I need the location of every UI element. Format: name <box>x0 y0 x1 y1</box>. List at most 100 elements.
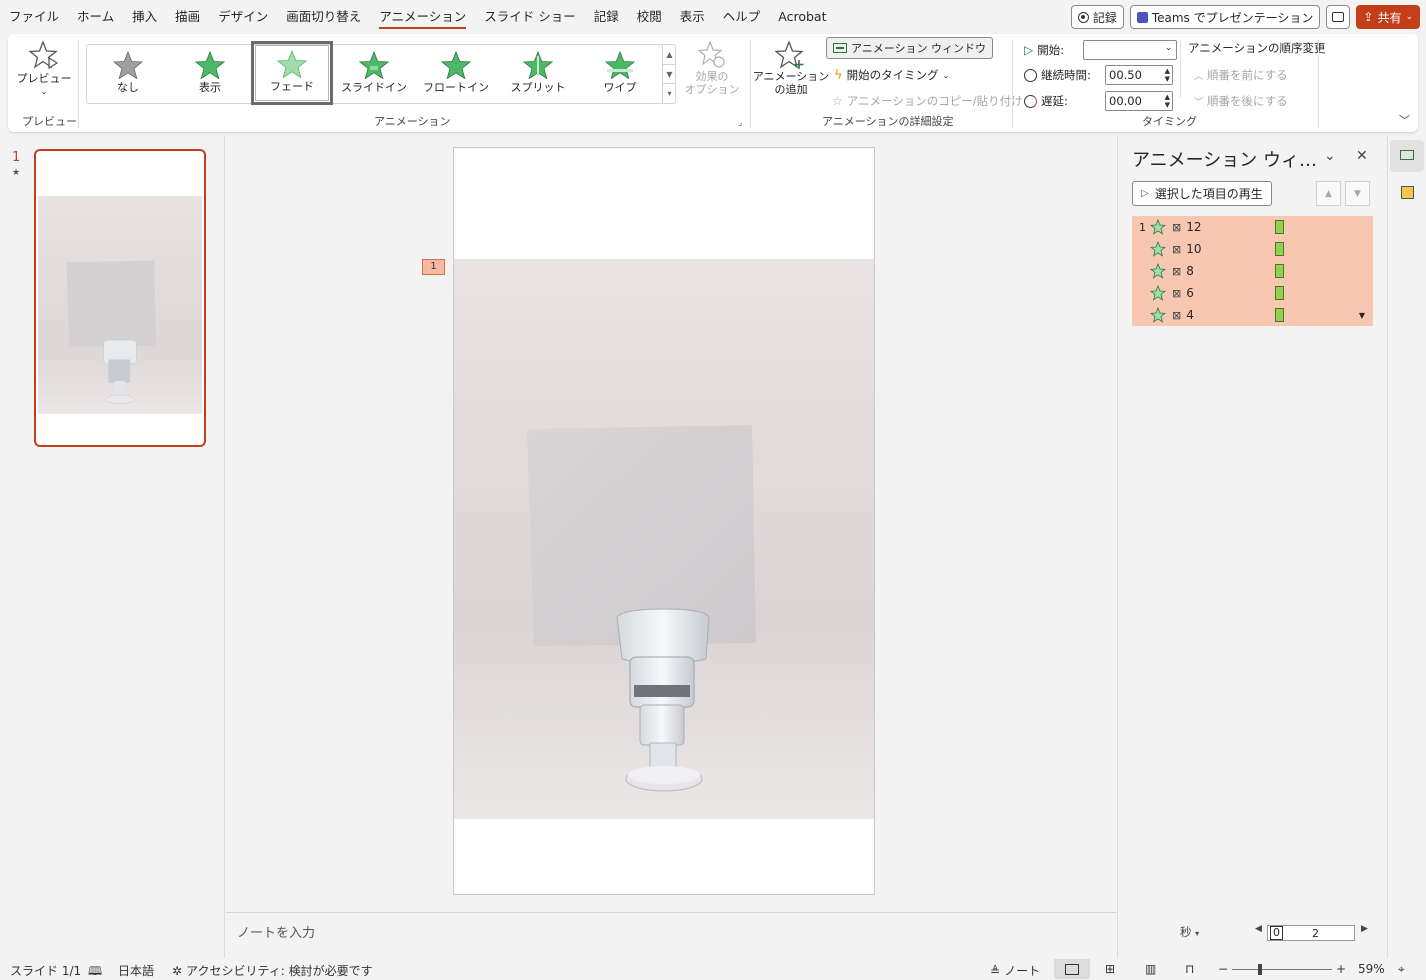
tab-slideshow[interactable]: スライド ショー <box>475 0 584 34</box>
fade-effect-icon <box>1150 263 1166 279</box>
gallery-more[interactable]: ▾ <box>663 83 676 103</box>
advanced-group-label: アニメーションの詳細設定 <box>822 115 954 128</box>
slide-photo[interactable] <box>454 259 874 819</box>
slide-thumbnail[interactable] <box>34 149 206 447</box>
chevron-down-icon: ⌄ <box>40 87 48 96</box>
status-bar: スライド 1/1 🕮 日本語 ✲ アクセシビリティ: 検討が必要です ≜ ノート… <box>0 958 1426 980</box>
tab-animations[interactable]: アニメーション <box>370 0 475 34</box>
add-animation-button[interactable]: アニメーション の追加 <box>753 40 829 96</box>
tab-help[interactable]: ヘルプ <box>714 0 770 34</box>
picture-icon: ⊠ <box>1172 242 1182 256</box>
animation-item[interactable]: 1 ⊠ 12 <box>1132 216 1373 238</box>
duration-input[interactable]: 00.50 ▲ ▼ <box>1105 65 1173 85</box>
animation-item[interactable]: ⊠ 8 <box>1132 260 1373 282</box>
zoom-level[interactable]: 59% <box>1358 962 1385 976</box>
animation-item[interactable]: ⊠ 10 <box>1132 238 1373 260</box>
animation-indicator-icon: ★ <box>12 168 21 178</box>
slide-number: 1 <box>12 150 21 165</box>
tab-insert[interactable]: 挿入 <box>123 0 166 34</box>
tab-record[interactable]: 記録 <box>585 0 628 34</box>
gallery-item-split[interactable]: スプリット <box>497 45 579 103</box>
chevron-up-icon: ︿ <box>1194 71 1204 82</box>
animation-order-tag[interactable]: 1 <box>422 259 445 275</box>
notes-pane[interactable]: ノートを入力 <box>226 912 1116 958</box>
seconds-dropdown[interactable]: 秒 ▾ <box>1180 924 1199 940</box>
tab-draw[interactable]: 描画 <box>166 0 209 34</box>
animation-item[interactable]: ⊠ 6 <box>1132 282 1373 304</box>
share-button[interactable]: ⇪ 共有 ⌄ <box>1356 5 1420 29</box>
tab-design[interactable]: デザイン <box>209 0 277 34</box>
normal-view-button[interactable] <box>1054 959 1090 979</box>
animation-pane-toggle[interactable] <box>1390 140 1424 172</box>
selection-pane-icon[interactable] <box>1401 186 1414 199</box>
timeline-bar[interactable] <box>1275 264 1284 278</box>
chevron-down-icon: ⌄ <box>942 70 950 80</box>
dialog-launcher-icon[interactable]: ⌟ <box>738 118 742 128</box>
tab-home[interactable]: ホーム <box>68 0 123 34</box>
timeline-bar[interactable] <box>1275 308 1284 322</box>
tab-transitions[interactable]: 画面切り替え <box>277 0 370 34</box>
slide-canvas[interactable] <box>453 147 875 895</box>
language-status[interactable]: 日本語 <box>118 962 154 979</box>
timeline-scroll-left[interactable]: ◀ <box>1255 924 1262 934</box>
tab-view[interactable]: 表示 <box>671 0 714 34</box>
tab-acrobat[interactable]: Acrobat <box>769 0 835 34</box>
fade-effect-icon <box>1150 285 1166 301</box>
timeline-scroll-right[interactable]: ▶ <box>1361 924 1368 934</box>
zoom-slider[interactable] <box>1232 969 1332 970</box>
slide-sorter-button[interactable]: ⊞ <box>1105 962 1115 976</box>
play-icon: ▷ <box>1024 43 1034 57</box>
item-dropdown-icon[interactable]: ▼ <box>1359 311 1365 320</box>
top-right-actions: 記録 Teams でプレゼンテーション ⇪ 共有 ⌄ <box>1070 5 1420 29</box>
teams-present-button[interactable]: Teams でプレゼンテーション <box>1129 5 1321 29</box>
gallery-item-none[interactable]: なし <box>87 45 169 103</box>
collapse-ribbon-icon[interactable]: ﹀ <box>1399 112 1410 128</box>
timeline-bar[interactable] <box>1275 242 1284 256</box>
clock-icon <box>1024 68 1037 82</box>
animation-item[interactable]: ⊠ 4 ▼ <box>1132 304 1373 326</box>
zoom-out-button[interactable]: − <box>1218 962 1228 976</box>
close-icon[interactable]: ✕ <box>1356 148 1368 164</box>
timeline-mid: 2 <box>1312 927 1319 940</box>
pane-options-icon[interactable]: ⌄ <box>1324 148 1336 164</box>
timeline-bar[interactable] <box>1275 220 1284 234</box>
tab-file[interactable]: ファイル <box>0 0 68 34</box>
move-later-button: ﹀ 順番を後にする <box>1194 93 1288 109</box>
slideshow-button[interactable]: ⊓ <box>1185 962 1194 976</box>
spinner-arrows-icon[interactable]: ▲ ▼ <box>1165 67 1170 83</box>
tab-review[interactable]: 校閲 <box>628 0 671 34</box>
zoom-in-button[interactable]: + <box>1336 962 1346 976</box>
trigger-button[interactable]: ϟ 開始のタイミング ⌄ <box>834 67 949 83</box>
item-name: 8 <box>1186 264 1194 278</box>
item-name: 4 <box>1186 308 1194 322</box>
fit-slide-icon[interactable]: ⌖ <box>1398 962 1405 977</box>
reading-view-button[interactable]: ▥ <box>1145 962 1156 976</box>
picture-icon: ⊠ <box>1172 220 1182 234</box>
preview-button[interactable]: プレビュー ⌄ <box>17 40 72 98</box>
gallery-item-wipe[interactable]: ワイプ <box>579 45 661 103</box>
comments-button[interactable] <box>1326 5 1351 29</box>
zoom-slider-thumb[interactable] <box>1258 964 1262 975</box>
play-selected-button[interactable]: ▷ 選択した項目の再生 <box>1132 181 1272 206</box>
gallery-item-fade[interactable]: フェード <box>251 41 333 105</box>
share-icon: ⇪ <box>1363 10 1374 24</box>
delay-input[interactable]: 00.00 ▲ ▼ <box>1105 91 1173 111</box>
painter-icon: ☆ <box>832 94 843 108</box>
gallery-item-fly-in[interactable]: スライドイン <box>333 45 415 103</box>
record-button[interactable]: 記録 <box>1070 5 1124 29</box>
spinner-arrows-icon[interactable]: ▲ ▼ <box>1165 93 1170 109</box>
gallery-scroll-up[interactable]: ▲ <box>663 45 676 64</box>
timeline-bar[interactable] <box>1275 286 1284 300</box>
move-up-button: ▲ <box>1316 181 1341 206</box>
gallery-scroll-down[interactable]: ▼ <box>663 63 676 84</box>
start-label: 開始: <box>1037 43 1065 57</box>
spellcheck-icon[interactable]: 🕮 <box>88 962 102 980</box>
item-name: 6 <box>1186 286 1194 300</box>
gallery-item-float-in[interactable]: フロートイン <box>415 45 497 103</box>
accessibility-status[interactable]: ✲ アクセシビリティ: 検討が必要です <box>172 962 373 979</box>
gallery-item-appear[interactable]: 表示 <box>169 45 251 103</box>
start-select[interactable]: ⌄ <box>1083 40 1178 60</box>
notes-toggle[interactable]: ≜ ノート <box>990 962 1040 979</box>
animation-pane-button[interactable]: アニメーション ウィンドウ <box>826 37 994 59</box>
animation-pane-icon <box>833 43 847 53</box>
